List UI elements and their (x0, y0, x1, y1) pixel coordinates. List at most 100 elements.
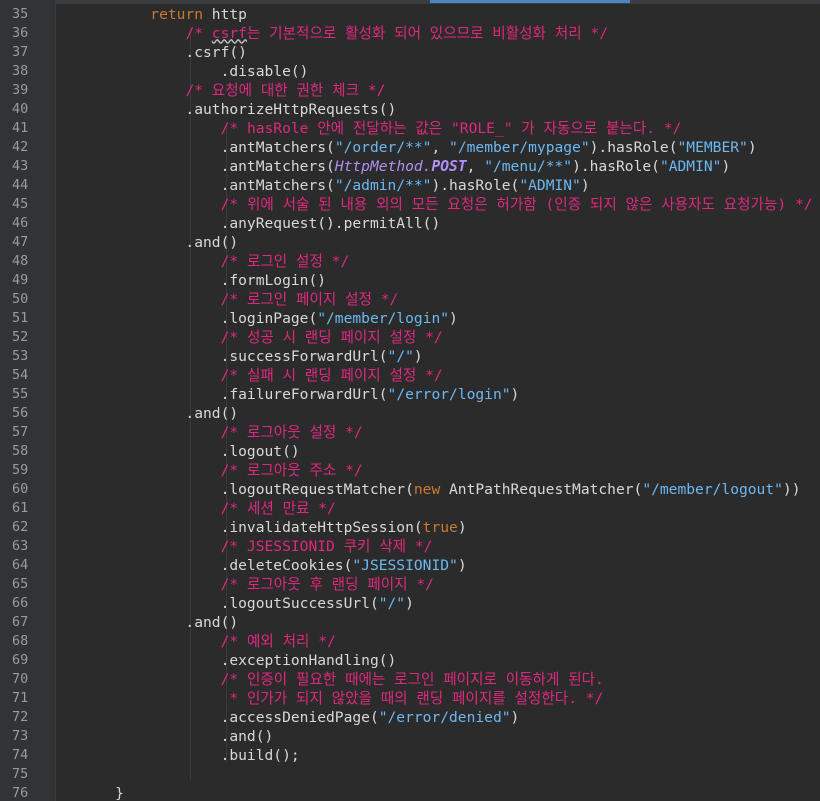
code-line[interactable]: 68 /* 예외 처리 */ (0, 632, 820, 651)
code-line[interactable]: 49 .formLogin() (0, 271, 820, 290)
code-text[interactable]: .and() (80, 613, 238, 632)
code-line[interactable]: 67 .and() (0, 613, 820, 632)
code-line[interactable]: 41 /* hasRole 안에 전달하는 값은 "ROLE_" 가 자동으로 … (0, 119, 820, 138)
code-text[interactable]: .antMatchers("/admin/**").hasRole("ADMIN… (80, 176, 590, 195)
code-line[interactable]: 65 /* 로그아웃 후 랜딩 페이지 */ (0, 575, 820, 594)
code-line[interactable]: 40 .authorizeHttpRequests() (0, 100, 820, 119)
code-line[interactable]: 64 .deleteCookies("JSESSIONID") (0, 556, 820, 575)
code-token: ).hasRole( (589, 138, 678, 156)
code-line[interactable]: 57 /* 로그아웃 설정 */ (0, 423, 820, 442)
code-text[interactable]: /* hasRole 안에 전달하는 값은 "ROLE_" 가 자동으로 붙는다… (80, 119, 682, 138)
code-line[interactable]: 43 .antMatchers(HttpMethod.POST, "/menu/… (0, 157, 820, 176)
code-line[interactable]: 42 .antMatchers("/order/**", "/member/my… (0, 138, 820, 157)
code-line[interactable]: 56 .and() (0, 404, 820, 423)
code-text[interactable]: .disable() (80, 62, 309, 81)
code-token: /* 성공 시 랜딩 페이지 설정 */ (220, 328, 443, 346)
code-line[interactable]: 44 .antMatchers("/admin/**").hasRole("AD… (0, 176, 820, 195)
code-line[interactable]: 72 .accessDeniedPage("/error/denied") (0, 708, 820, 727)
code-text[interactable]: .csrf() (80, 43, 247, 62)
code-line[interactable]: 54 /* 실패 시 랜딩 페이지 설정 */ (0, 366, 820, 385)
code-line[interactable]: 47 .and() (0, 233, 820, 252)
code-text[interactable]: .antMatchers("/order/**", "/member/mypag… (80, 138, 757, 157)
code-line[interactable]: 74 .build(); (0, 746, 820, 765)
code-text[interactable]: return http (80, 5, 247, 24)
code-line[interactable]: 36 /* csrf는 기본적으로 활성화 되어 있으므로 비활성화 처리 */ (0, 24, 820, 43)
code-line[interactable]: 61 /* 세션 만료 */ (0, 499, 820, 518)
code-line[interactable]: 75 (0, 765, 820, 784)
code-text[interactable]: /* csrf는 기본적으로 활성화 되어 있으므로 비활성화 처리 */ (80, 24, 608, 43)
code-text[interactable]: } (80, 784, 124, 801)
code-line[interactable]: 50 /* 로그인 페이지 설정 */ (0, 290, 820, 309)
code-text[interactable]: /* 로그아웃 후 랜딩 페이지 */ (80, 575, 434, 594)
code-text[interactable]: .build(); (80, 746, 300, 765)
code-text[interactable]: .deleteCookies("JSESSIONID") (80, 556, 467, 575)
code-line[interactable]: 46 .anyRequest().permitAll() (0, 214, 820, 233)
code-line[interactable]: 37 .csrf() (0, 43, 820, 62)
code-text[interactable]: .logoutSuccessUrl("/") (80, 594, 414, 613)
code-line[interactable]: 48 /* 로그인 설정 */ (0, 252, 820, 271)
code-token: .exceptionHandling() (80, 651, 397, 669)
code-text[interactable]: * 인가가 되지 않았을 때의 랜딩 페이지를 설정한다. */ (80, 689, 603, 708)
code-text[interactable]: /* 로그아웃 설정 */ (80, 423, 363, 442)
code-text[interactable]: .anyRequest().permitAll() (80, 214, 441, 233)
code-text[interactable]: .invalidateHttpSession(true) (80, 518, 467, 537)
code-text[interactable]: /* 로그인 페이지 설정 */ (80, 290, 399, 309)
code-token: ) (510, 385, 520, 403)
code-line[interactable]: 35 return http (0, 5, 820, 24)
code-token: .logout() (80, 442, 300, 460)
code-text[interactable]: .failureForwardUrl("/error/login") (80, 385, 520, 404)
code-text[interactable]: .and() (80, 727, 274, 746)
code-line[interactable]: 52 /* 성공 시 랜딩 페이지 설정 */ (0, 328, 820, 347)
code-line[interactable]: 66 .logoutSuccessUrl("/") (0, 594, 820, 613)
code-token: /* 로그인 페이지 설정 */ (220, 290, 399, 308)
code-line[interactable]: 58 .logout() (0, 442, 820, 461)
code-line[interactable]: 45 /* 위에 서술 된 내용 외의 모든 요청은 허가함 (인증 되지 않은… (0, 195, 820, 214)
line-number: 41 (12, 119, 29, 136)
code-text[interactable]: /* 위에 서술 된 내용 외의 모든 요청은 허가함 (인증 되지 않은 사용… (80, 195, 813, 214)
code-line[interactable]: 39 /* 요청에 대한 권한 체크 */ (0, 81, 820, 100)
code-line[interactable]: 76 } (0, 784, 820, 801)
line-number: 39 (12, 81, 29, 98)
code-text[interactable]: /* 실패 시 랜딩 페이지 설정 */ (80, 366, 443, 385)
code-token: ) (747, 138, 757, 156)
code-line[interactable]: 71 * 인가가 되지 않았을 때의 랜딩 페이지를 설정한다. */ (0, 689, 820, 708)
code-line[interactable]: 70 /* 인증이 필요한 때에는 로그인 페이지로 이동하게 된다. (0, 670, 820, 689)
code-line[interactable]: 51 .loginPage("/member/login") (0, 309, 820, 328)
code-text[interactable]: /* 예외 처리 */ (80, 632, 336, 651)
code-text[interactable]: .and() (80, 233, 238, 252)
code-editor[interactable]: 35 return http 36 /* csrf는 기본적으로 활성화 되어 있… (0, 0, 820, 801)
line-number: 57 (12, 423, 29, 440)
code-line[interactable]: 73 .and() (0, 727, 820, 746)
code-line[interactable]: 63 /* JSESSIONID 쿠키 삭제 */ (0, 537, 820, 556)
code-line[interactable]: 69 .exceptionHandling() (0, 651, 820, 670)
code-text[interactable]: .exceptionHandling() (80, 651, 397, 670)
code-token: /* hasRole 안에 전달하는 값은 "ROLE_" 가 자동으로 붙는다… (220, 119, 682, 137)
code-line[interactable]: 59 /* 로그아웃 주소 */ (0, 461, 820, 480)
code-token: ) (405, 594, 414, 612)
code-text[interactable]: /* 세션 만료 */ (80, 499, 336, 518)
code-text[interactable]: .logout() (80, 442, 300, 461)
code-text[interactable]: .loginPage("/member/login") (80, 309, 458, 328)
code-text[interactable]: .accessDeniedPage("/error/denied") (80, 708, 520, 727)
code-text[interactable]: .logoutRequestMatcher(new AntPathRequest… (80, 480, 801, 499)
code-text[interactable]: /* 요청에 대한 권한 체크 */ (80, 81, 385, 100)
code-text[interactable]: .and() (80, 404, 238, 423)
code-text[interactable]: .formLogin() (80, 271, 326, 290)
code-text[interactable]: /* 로그인 설정 */ (80, 252, 350, 271)
code-text[interactable]: /* 성공 시 랜딩 페이지 설정 */ (80, 328, 443, 347)
code-line[interactable]: 38 .disable() (0, 62, 820, 81)
code-text[interactable]: .authorizeHttpRequests() (80, 100, 396, 119)
line-number: 62 (12, 518, 29, 535)
code-text[interactable]: /* JSESSIONID 쿠키 삭제 */ (80, 537, 433, 556)
code-text[interactable]: /* 로그아웃 주소 */ (80, 461, 363, 480)
code-text[interactable]: .antMatchers(HttpMethod.POST, "/menu/**"… (80, 157, 731, 176)
code-text[interactable]: .successForwardUrl("/") (80, 347, 423, 366)
code-line[interactable]: 62 .invalidateHttpSession(true) (0, 518, 820, 537)
line-number: 48 (12, 252, 29, 269)
code-line[interactable]: 60 .logoutRequestMatcher(new AntPathRequ… (0, 480, 820, 499)
code-token: .loginPage( (80, 309, 318, 327)
code-line[interactable]: 55 .failureForwardUrl("/error/login") (0, 385, 820, 404)
code-line[interactable]: 53 .successForwardUrl("/") (0, 347, 820, 366)
code-lines[interactable]: 35 return http 36 /* csrf는 기본적으로 활성화 되어 있… (0, 5, 820, 801)
code-text[interactable]: /* 인증이 필요한 때에는 로그인 페이지로 이동하게 된다. (80, 670, 604, 689)
